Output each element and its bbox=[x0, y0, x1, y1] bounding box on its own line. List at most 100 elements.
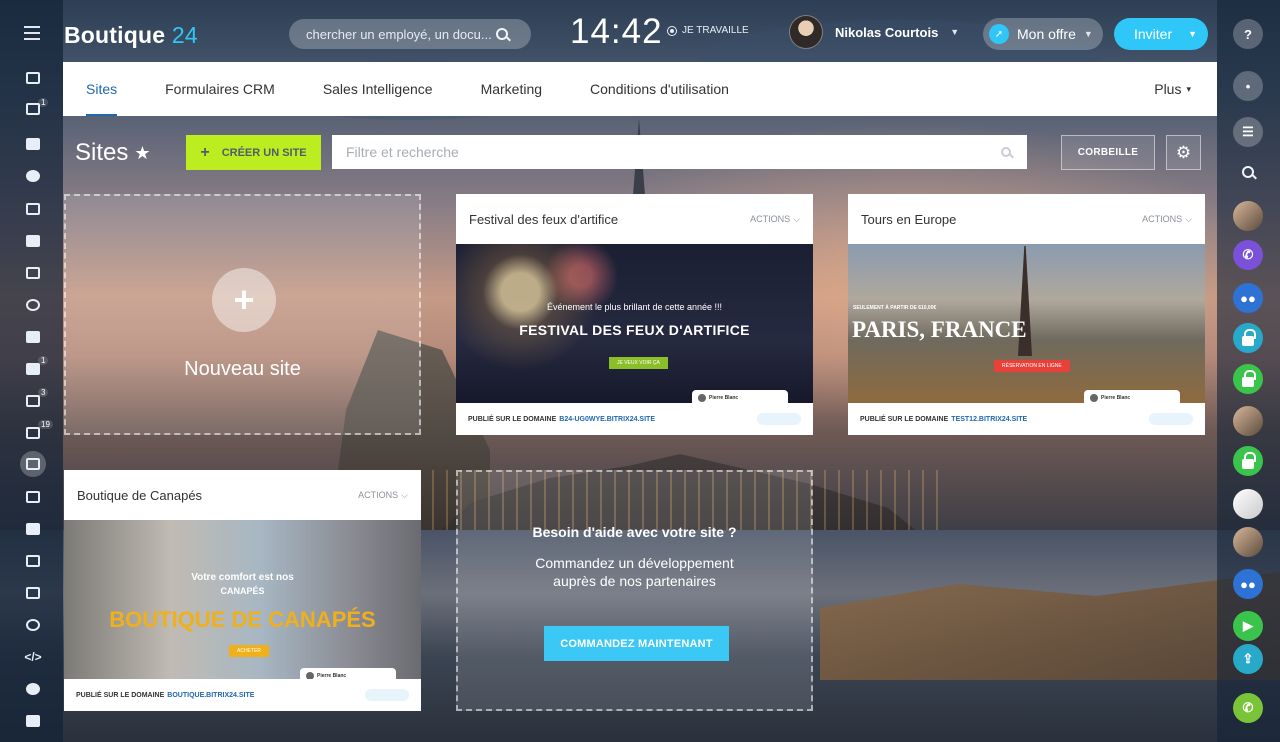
site-preview-image[interactable]: SEULEMENT À PARTIR DE 610,00€ PARIS, FRA… bbox=[848, 244, 1205, 404]
order-now-button[interactable]: COMMANDEZ MAINTENANT bbox=[544, 626, 729, 661]
more-label: Plus bbox=[1154, 81, 1182, 97]
lock-icon[interactable] bbox=[1233, 323, 1263, 353]
group-icon[interactable]: ●● bbox=[1233, 569, 1263, 599]
actions-menu[interactable]: ACTIONS ⌵ bbox=[358, 490, 408, 501]
site-card[interactable]: Festival des feux d'artifice ACTIONS ⌵ Év… bbox=[456, 194, 813, 435]
search-icon[interactable] bbox=[1233, 157, 1263, 187]
shop-icon[interactable] bbox=[22, 582, 44, 604]
published-label: PUBLIÉ SUR LE DOMAINE bbox=[76, 691, 165, 699]
actions-menu[interactable]: ACTIONS ⌵ bbox=[1142, 214, 1192, 225]
group-chat-icon[interactable]: ●● bbox=[1233, 283, 1263, 313]
tab-more[interactable]: Plus ▾ bbox=[1154, 81, 1217, 97]
site-card[interactable]: Boutique de Canapés ACTIONS ⌵ Votre comfo… bbox=[64, 470, 421, 711]
viber-icon[interactable]: ✆ bbox=[1233, 240, 1263, 270]
user-avatar[interactable] bbox=[1233, 527, 1263, 557]
domain-link[interactable]: TEST12.BITRIX24.SITE bbox=[951, 416, 1027, 423]
site-card-footer: PUBLIÉ SUR LE DOMAINE BOUTIQUE.BITRIX24.… bbox=[64, 679, 421, 711]
tab-sites[interactable]: Sites bbox=[63, 62, 141, 116]
time-icon[interactable] bbox=[22, 678, 44, 700]
documents-icon[interactable] bbox=[22, 230, 44, 252]
marketing-avatar[interactable] bbox=[1233, 489, 1263, 519]
lock-icon[interactable] bbox=[1233, 364, 1263, 394]
preview-subtitle-2: CANAPÉS bbox=[220, 586, 265, 596]
chat-icon[interactable]: ☰ bbox=[1233, 117, 1263, 147]
brand-number: 24 bbox=[171, 22, 198, 48]
site-card-title[interactable]: Festival des feux d'artifice bbox=[469, 212, 618, 227]
preview-button: ACHETER bbox=[229, 645, 269, 657]
tab-crm-forms[interactable]: Formulaires CRM bbox=[141, 62, 299, 116]
phone-icon[interactable]: ✆ bbox=[1233, 693, 1263, 723]
gear-icon: ⚙ bbox=[1175, 142, 1192, 162]
invite-button[interactable]: Inviter ▼ bbox=[1114, 18, 1208, 50]
offer-label: Mon offre bbox=[1017, 26, 1076, 42]
knowledge-book-icon[interactable] bbox=[22, 518, 44, 540]
video-icon[interactable] bbox=[22, 710, 44, 732]
tasks-badge: 1 bbox=[38, 98, 49, 107]
sites-icon[interactable] bbox=[20, 451, 46, 477]
lock-icon[interactable] bbox=[1233, 446, 1263, 476]
preview-button: JE VEUX VOIR ÇA bbox=[609, 357, 668, 369]
tab-bar: Sites Formulaires CRM Sales Intelligence… bbox=[63, 62, 1217, 116]
site-preview-image[interactable]: Événement le plus brillant de cette anné… bbox=[456, 244, 813, 404]
chevron-down-icon: ▼ bbox=[950, 27, 960, 37]
brand-logo[interactable]: Boutique 24 bbox=[64, 22, 198, 49]
help-text: Commandez un développement auprès de nos… bbox=[535, 555, 734, 589]
preview-title: FESTIVAL DES FEUX D'ARTIFICE bbox=[519, 322, 750, 338]
video-icon[interactable]: ▶ bbox=[1233, 611, 1263, 641]
clock-icon[interactable] bbox=[22, 294, 44, 316]
chevron-down-icon[interactable]: ▼ bbox=[1188, 29, 1197, 39]
help-icon[interactable]: ? bbox=[1233, 19, 1263, 49]
target-icon[interactable] bbox=[22, 614, 44, 636]
code-icon[interactable]: </> bbox=[22, 646, 44, 668]
cart-icon[interactable] bbox=[22, 326, 44, 348]
tab-terms[interactable]: Conditions d'utilisation bbox=[566, 62, 753, 116]
menu-icon[interactable] bbox=[24, 26, 40, 40]
settings-button[interactable]: ⚙ bbox=[1166, 135, 1201, 170]
share-icon[interactable]: ⇪ bbox=[1233, 644, 1263, 674]
filter-search[interactable] bbox=[332, 135, 1027, 169]
published-label: PUBLIÉ SUR LE DOMAINE bbox=[860, 415, 949, 423]
avatar bbox=[789, 15, 823, 49]
user-menu[interactable]: Nikolas Courtois ▼ bbox=[789, 15, 959, 49]
trash-button[interactable]: CORBEILLE bbox=[1061, 135, 1155, 170]
global-search-input[interactable] bbox=[306, 26, 496, 42]
left-sidebar: 1 1 3 19 </> bbox=[0, 0, 63, 742]
mail-badge: 3 bbox=[38, 388, 49, 397]
new-site-label: Nouveau site bbox=[184, 358, 301, 380]
create-site-button[interactable]: + CRÉER UN SITE bbox=[186, 135, 321, 170]
chevron-down-icon: ▾ bbox=[1186, 83, 1191, 94]
search-icon[interactable] bbox=[1001, 147, 1011, 157]
new-site-tile[interactable]: + Nouveau site bbox=[64, 194, 421, 435]
global-search[interactable] bbox=[289, 19, 531, 49]
star-icon[interactable]: ★ bbox=[134, 143, 150, 164]
drive-icon[interactable] bbox=[22, 198, 44, 220]
site-card-title[interactable]: Boutique de Canapés bbox=[77, 488, 202, 503]
chevron-down-icon: ▼ bbox=[1083, 29, 1093, 39]
domain-link[interactable]: BOUTIQUE.BITRIX24.SITE bbox=[167, 692, 254, 699]
user-avatar[interactable] bbox=[1233, 201, 1263, 231]
tab-sales-intelligence[interactable]: Sales Intelligence bbox=[299, 62, 457, 116]
tab-marketing[interactable]: Marketing bbox=[457, 62, 566, 116]
site-card-footer: PUBLIÉ SUR LE DOMAINE TEST12.BITRIX24.SI… bbox=[848, 403, 1205, 435]
invite-label: Inviter bbox=[1134, 26, 1173, 42]
calendar-icon[interactable] bbox=[22, 262, 44, 284]
feed-icon[interactable] bbox=[22, 67, 44, 89]
user-avatar[interactable] bbox=[1233, 406, 1263, 436]
apps-grid-icon[interactable] bbox=[22, 550, 44, 572]
preview-title: BOUTIQUE DE CANAPÉS bbox=[109, 607, 376, 632]
actions-menu[interactable]: ACTIONS ⌵ bbox=[750, 214, 800, 225]
site-card-footer: PUBLIÉ SUR LE DOMAINE B24-UG0WYE.BITRIX2… bbox=[456, 403, 813, 435]
domain-link[interactable]: B24-UG0WYE.BITRIX24.SITE bbox=[559, 416, 655, 423]
site-preview-image[interactable]: Votre comfort est nos CANAPÉS BOUTIQUE D… bbox=[64, 520, 421, 680]
filter-search-input[interactable] bbox=[346, 144, 1001, 160]
bell-icon[interactable]: • bbox=[1233, 71, 1263, 101]
site-card[interactable]: Tours en Europe ACTIONS ⌵ SEULEMENT À PAR… bbox=[848, 194, 1205, 435]
contact-card-icon[interactable] bbox=[22, 486, 44, 508]
work-status[interactable]: JE TRAVAILLE bbox=[667, 25, 749, 36]
employees-icon[interactable] bbox=[22, 165, 44, 187]
search-icon[interactable] bbox=[496, 28, 508, 40]
site-card-title[interactable]: Tours en Europe bbox=[861, 212, 956, 227]
right-sidebar: ? • ☰ ✆ ●● ●● ▶ ⇪ ✆ bbox=[1217, 0, 1280, 742]
chat-icon[interactable] bbox=[22, 133, 44, 155]
my-offer-button[interactable]: ➚ Mon offre ▼ bbox=[983, 18, 1103, 50]
